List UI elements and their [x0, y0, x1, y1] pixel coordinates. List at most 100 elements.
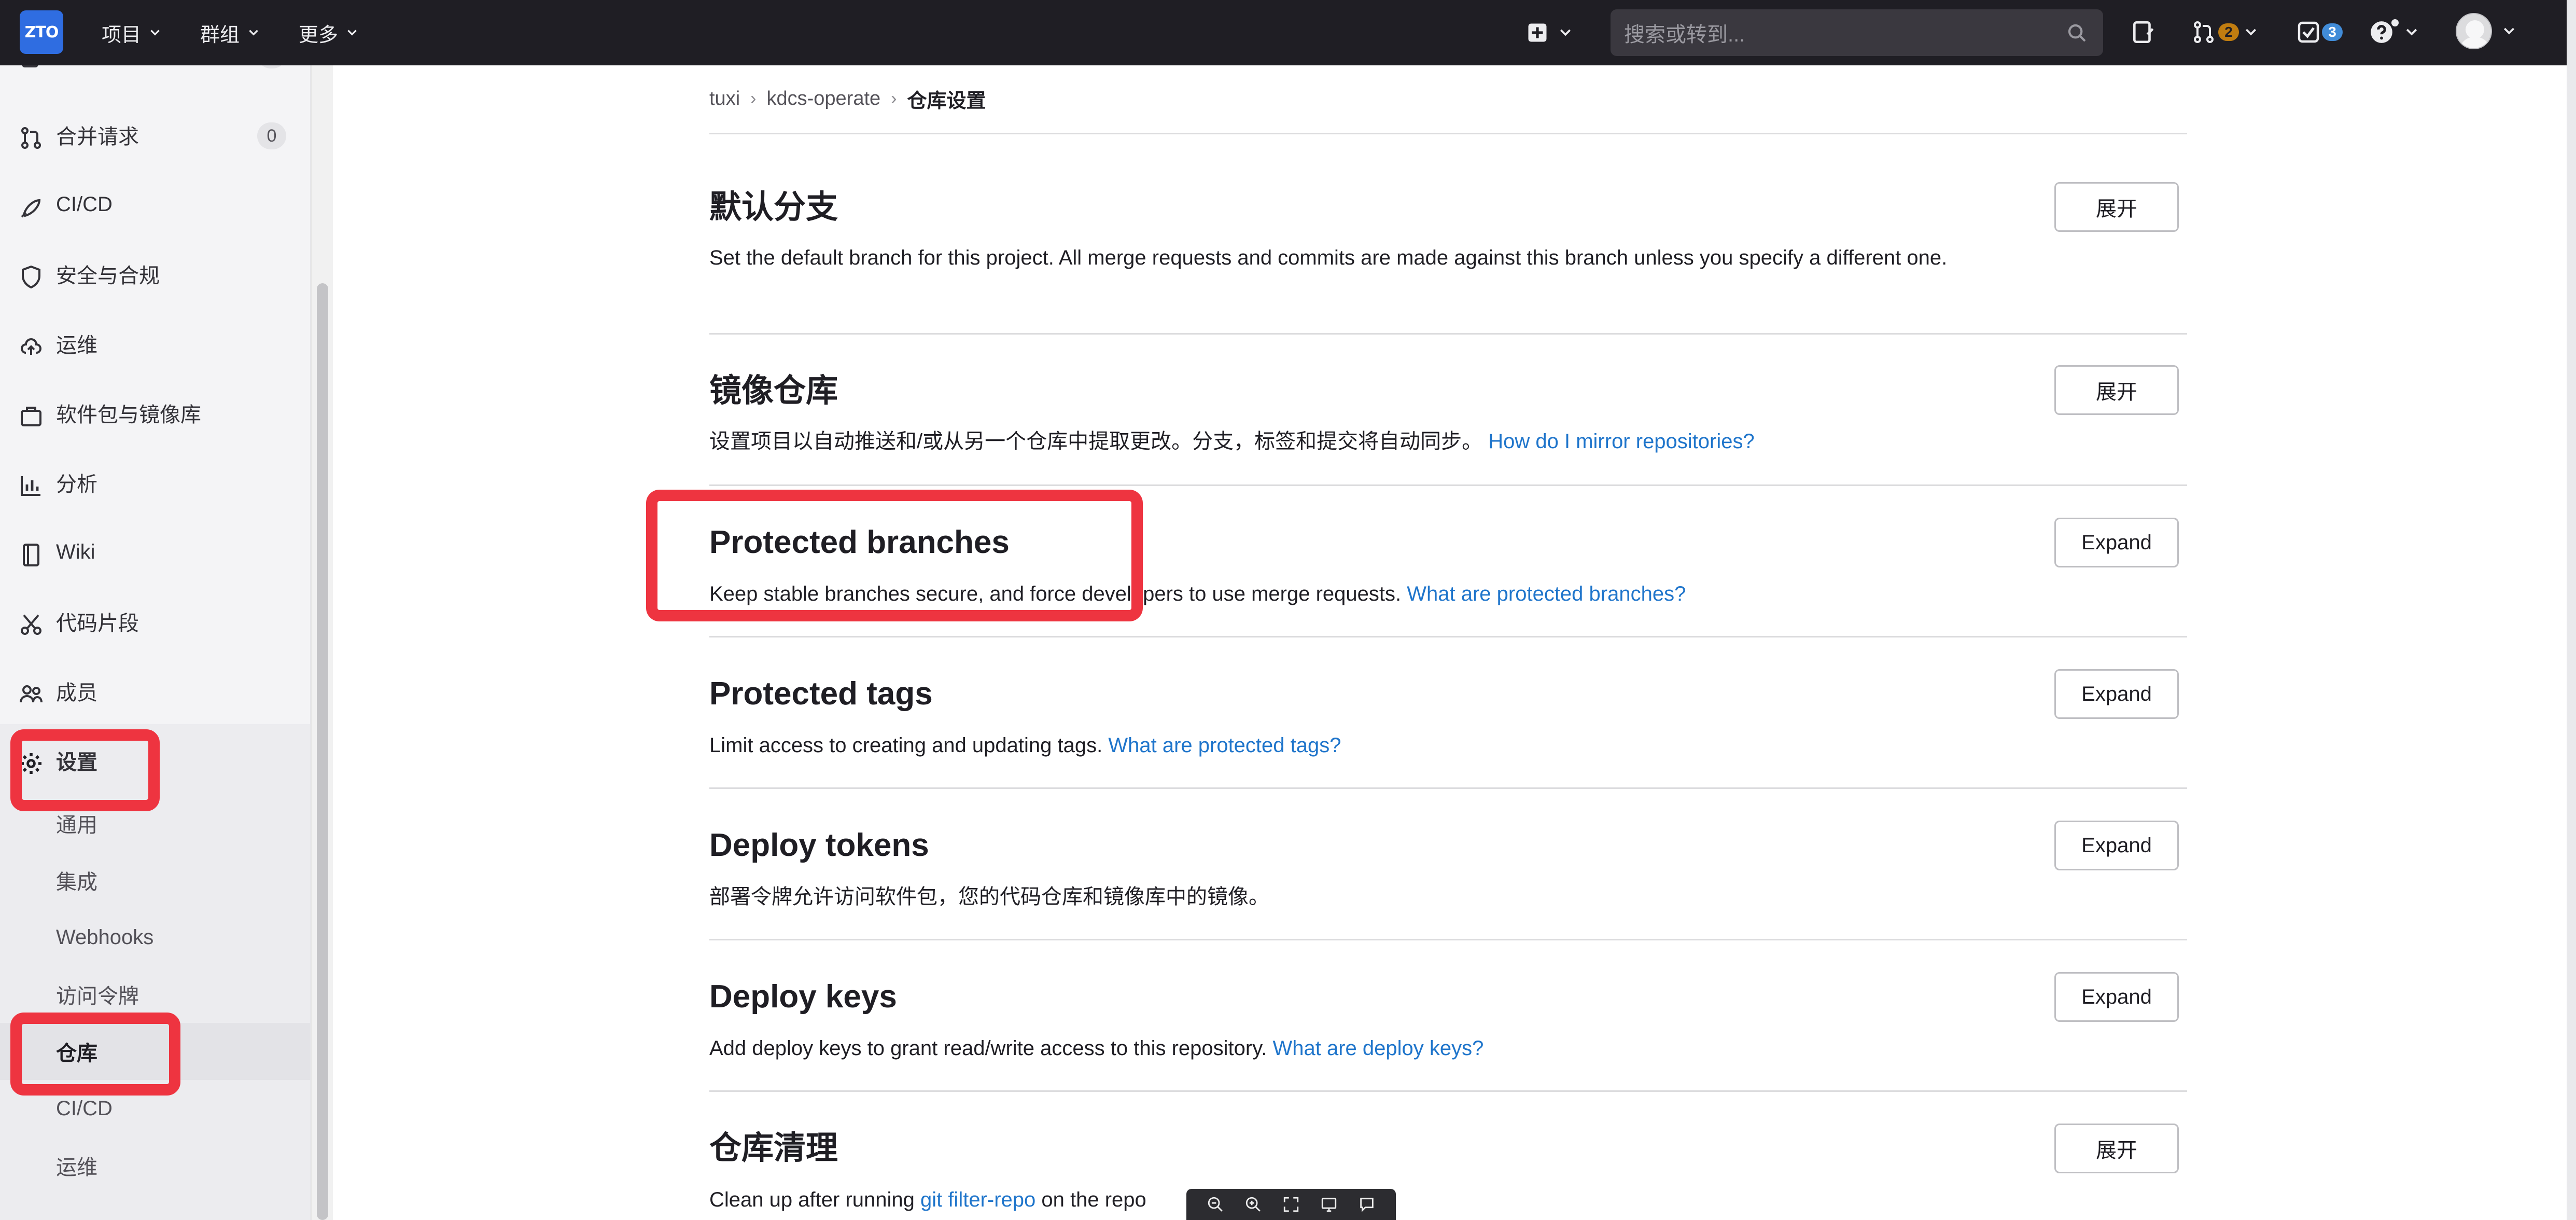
rocket-icon: [21, 199, 41, 218]
help-link-protected-tags[interactable]: What are protected tags?: [1108, 734, 1341, 757]
section-desc-mirroring: 设置项目以自动推送和/或从另一个仓库中提取更改。分支，标签和提交将自动同步。 H…: [709, 425, 2037, 457]
expand-protected-tags-button[interactable]: Expand: [2054, 669, 2179, 719]
sidebar-item-label: 合并请求: [56, 126, 139, 148]
users-icon: [20, 685, 43, 703]
issues-icon: [2133, 21, 2154, 44]
app-logo[interactable]: ZTO: [20, 10, 63, 54]
sidebar-item-label: 运维: [56, 334, 97, 357]
new-item-dropdown[interactable]: [1527, 19, 1584, 47]
sidebar-item-members[interactable]: 成员: [0, 665, 310, 717]
settings-sub-label: 访问令牌: [56, 985, 139, 1008]
count-badge: 0: [257, 122, 286, 149]
chevron-down-icon: [1560, 29, 1571, 36]
expand-protected-branches-button[interactable]: Expand: [2054, 518, 2179, 567]
chevron-down-icon: [2245, 29, 2257, 36]
divider: [709, 636, 2187, 637]
settings-sub-label: 运维: [56, 1156, 97, 1179]
breadcrumb-link-namespace[interactable]: tuxi: [709, 88, 740, 110]
screen-icon[interactable]: [1320, 1196, 1338, 1213]
expand-repository-cleanup-button[interactable]: 展开: [2054, 1124, 2179, 1173]
section-title-default-branch: 默认分支: [709, 189, 838, 225]
plus-square-icon: [1528, 23, 1547, 42]
zoom-out-icon[interactable]: [1207, 1196, 1224, 1213]
nav-projects-label: 项目: [102, 24, 142, 46]
package-icon: [21, 407, 41, 426]
divider: [709, 939, 2187, 940]
fullscreen-icon[interactable]: [1282, 1196, 1300, 1213]
sidebar-item-snippets[interactable]: 代码片段: [0, 595, 310, 647]
sidebar-scrollbar[interactable]: [311, 65, 333, 1220]
sidebar-item-wiki[interactable]: Wiki: [0, 526, 310, 578]
settings-sub-label: CI/CD: [56, 1097, 113, 1120]
section-title-protected-tags: Protected tags: [709, 676, 933, 712]
highlight-box-protected-branches: [646, 490, 1143, 621]
nav-more[interactable]: 更多: [299, 0, 359, 65]
desc-text: 设置项目以自动推送和/或从另一个仓库中提取更改。分支，标签和提交将自动同步。: [709, 430, 1483, 453]
logo-text: ZTO: [24, 23, 59, 41]
merge-requests-count-badge: 2: [2218, 23, 2239, 41]
settings-sub-webhooks[interactable]: Webhooks: [0, 909, 310, 966]
help-link-filter-repo[interactable]: git filter-repo: [920, 1188, 1035, 1211]
chevron-down-icon: [2406, 29, 2417, 36]
sidebar-item-label: 分析: [56, 473, 97, 496]
sidebar-item-security[interactable]: 安全与合规: [0, 248, 310, 300]
chevron-down-icon: [2503, 27, 2515, 35]
help-link-mirroring[interactable]: How do I mirror repositories?: [1488, 430, 1755, 453]
todo-checkbox-icon: [2298, 21, 2319, 43]
top-navbar: ZTO 项目 群组 更多 搜索或转到... 2 3: [0, 0, 2567, 65]
divider: [709, 1090, 2187, 1092]
section-desc-protected-tags: Limit access to creating and updating ta…: [709, 729, 2037, 761]
book-icon: [23, 544, 39, 566]
settings-sub-operations[interactable]: 运维: [0, 1137, 310, 1194]
sidebar-item-packages[interactable]: 软件包与镜像库: [0, 387, 310, 439]
nav-more-label: 更多: [299, 24, 339, 46]
merge-requests-button[interactable]: 2: [2191, 16, 2259, 49]
search-input[interactable]: 搜索或转到...: [1611, 9, 2103, 56]
help-link-deploy-keys[interactable]: What are deploy keys?: [1272, 1037, 1483, 1060]
chevron-down-icon: [150, 30, 160, 36]
sidebar-item-analytics[interactable]: 分析: [0, 456, 310, 508]
user-menu[interactable]: [2456, 13, 2517, 49]
scissors-icon: [21, 614, 41, 635]
sidebar-item-cicd[interactable]: CI/CD: [0, 178, 310, 230]
comment-icon[interactable]: [1358, 1196, 1376, 1213]
sidebar-item-operations[interactable]: 运维: [0, 317, 310, 369]
sidebar-item-merge-requests[interactable]: 合并请求 0: [0, 109, 310, 161]
help-link-protected-branches[interactable]: What are protected branches?: [1407, 583, 1686, 605]
merge-request-icon: [21, 127, 41, 149]
highlight-box-settings: [10, 729, 160, 811]
divider: [709, 133, 2187, 134]
settings-sub-integrations[interactable]: 集成: [0, 852, 310, 909]
desc-text: on the repo: [1041, 1188, 1146, 1211]
chart-icon: [21, 476, 40, 496]
nav-groups[interactable]: 群组: [200, 0, 260, 65]
issues-button[interactable]: [2130, 16, 2156, 49]
count-badge: 0: [257, 65, 286, 68]
chevron-down-icon: [347, 30, 357, 36]
sidebar-item-issues[interactable]: 议题 0: [0, 65, 310, 80]
nav-projects[interactable]: 项目: [102, 0, 162, 65]
breadcrumb-link-project[interactable]: kdcs-operate: [766, 88, 880, 110]
sidebar-item-label: Wiki: [56, 540, 95, 563]
settings-sub-label: Webhooks: [56, 925, 154, 949]
sidebar-item-label: 代码片段: [56, 612, 139, 635]
highlight-box-repository: [10, 1013, 180, 1096]
expand-deploy-tokens-button[interactable]: Expand: [2054, 821, 2179, 870]
sidebar-item-label: CI/CD: [56, 192, 113, 216]
todos-button[interactable]: 3: [2296, 16, 2343, 49]
cloud-icon: [21, 338, 41, 355]
breadcrumb: tuxi › kdcs-operate › 仓库设置: [709, 83, 986, 114]
zoom-in-icon[interactable]: [1244, 1196, 1262, 1213]
help-dropdown[interactable]: [2369, 16, 2419, 49]
expand-default-branch-button[interactable]: 展开: [2054, 182, 2179, 232]
avatar: [2456, 13, 2492, 49]
help-icon: [2371, 21, 2392, 43]
expand-mirroring-button[interactable]: 展开: [2054, 365, 2179, 415]
section-desc-deploy-keys: Add deploy keys to grant read/write acce…: [709, 1032, 2037, 1064]
sidebar-item-label: 成员: [56, 682, 97, 704]
shield-icon: [22, 265, 40, 289]
expand-deploy-keys-button[interactable]: Expand: [2054, 972, 2179, 1022]
sidebar-item-label: 软件包与镜像库: [56, 404, 201, 426]
scrollbar-thumb[interactable]: [317, 283, 328, 1220]
desc-text: Add deploy keys to grant read/write acce…: [709, 1037, 1267, 1060]
